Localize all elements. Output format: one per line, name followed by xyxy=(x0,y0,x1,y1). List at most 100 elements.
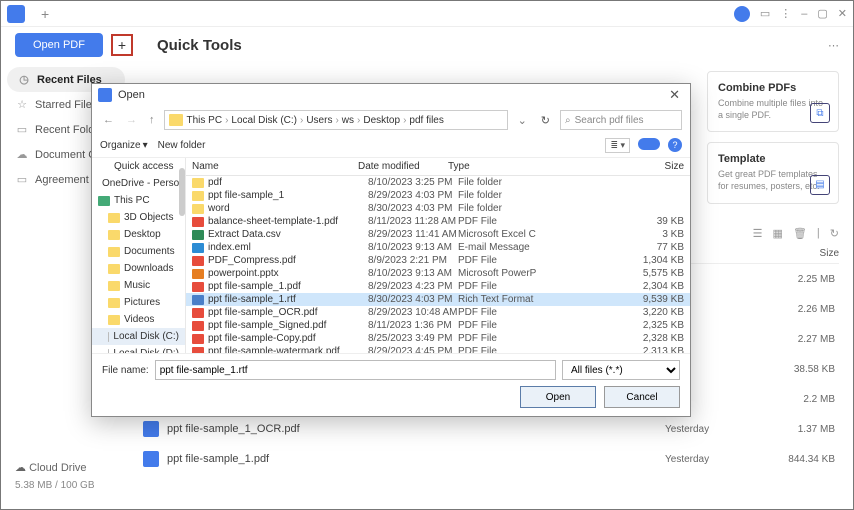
nav-item[interactable]: 3D Objects xyxy=(92,209,185,226)
breadcrumb[interactable]: This PC›Local Disk (C:)›Users›ws›Desktop… xyxy=(164,110,508,130)
file-row[interactable]: pdf8/10/2023 3:25 PMFile folder xyxy=(186,176,690,189)
preview-toggle[interactable] xyxy=(638,138,660,150)
help-icon[interactable]: ? xyxy=(668,138,682,152)
nav-item[interactable]: Videos xyxy=(92,311,185,328)
feedback-icon[interactable]: ▭ xyxy=(760,7,770,20)
breadcrumb-seg[interactable]: This PC xyxy=(187,115,223,126)
breadcrumb-dropdown-icon[interactable]: ⌄ xyxy=(514,114,531,127)
file-row[interactable]: Extract Data.csv8/29/2023 11:41 AMMicros… xyxy=(186,228,690,241)
scrollbar-thumb[interactable] xyxy=(179,168,185,216)
recent-file-row[interactable]: ppt file-sample_1_OCR.pdfYesterday1.37 M… xyxy=(139,414,839,444)
search-input[interactable]: ⌕ Search pdf files xyxy=(560,110,682,130)
file-row[interactable]: ppt file-sample_1.rtf8/30/2023 4:03 PMRi… xyxy=(186,293,690,306)
view-mode-button[interactable]: ≣ ▾ xyxy=(605,138,630,153)
file-type-filter[interactable]: All files (*.*) xyxy=(562,360,680,380)
nav-label: Documents xyxy=(124,246,175,257)
nav-item[interactable]: Documents xyxy=(92,243,185,260)
file-row[interactable]: ppt file-sample_Signed.pdf8/11/2023 1:36… xyxy=(186,319,690,332)
open-pdf-button[interactable]: Open PDF xyxy=(15,33,103,57)
nav-item[interactable]: Downloads xyxy=(92,260,185,277)
file-date: 8/11/2023 1:36 PM xyxy=(368,320,458,331)
nav-item[interactable]: OneDrive - Person xyxy=(92,175,185,192)
delete-icon[interactable]: 🗑 xyxy=(793,227,807,240)
file-name: ppt file-sample_1.rtf xyxy=(208,294,368,305)
filename-input[interactable] xyxy=(155,360,556,380)
file-row[interactable]: ppt file-sample-Copy.pdf8/25/2023 3:49 P… xyxy=(186,332,690,345)
view-list-icon[interactable]: ☰ xyxy=(753,227,763,240)
nav-forward-button[interactable]: → xyxy=(123,114,140,126)
dialog-titlebar: Open ✕ xyxy=(92,84,690,106)
col-name[interactable]: Name xyxy=(192,161,358,172)
chevron-down-icon: ▾ xyxy=(143,140,148,151)
refresh-icon[interactable]: ↻ xyxy=(830,227,839,240)
cloud-drive-label[interactable]: ☁ Cloud Drive xyxy=(15,461,95,474)
file-type: PDF File xyxy=(458,333,536,344)
file-size: 39 KB xyxy=(536,216,684,227)
breadcrumb-seg[interactable]: pdf files xyxy=(409,115,443,126)
breadcrumb-seg[interactable]: Users xyxy=(306,115,332,126)
combine-pdfs-card[interactable]: Combine PDFs Combine multiple files into… xyxy=(707,71,839,132)
file-name: Extract Data.csv xyxy=(208,229,368,240)
file-row[interactable]: powerpoint.pptx8/10/2023 9:13 AMMicrosof… xyxy=(186,267,690,280)
organize-menu[interactable]: Organize ▾ xyxy=(100,140,148,151)
recent-file-row[interactable]: ppt file-sample_1.pdfYesterday844.34 KB xyxy=(139,444,839,474)
refresh-button[interactable]: ↻ xyxy=(537,114,554,127)
user-avatar-icon[interactable] xyxy=(734,6,750,22)
clock-icon: ◷ xyxy=(17,73,31,86)
new-tab-button[interactable]: + xyxy=(33,6,57,22)
view-grid-icon[interactable]: ▦ xyxy=(773,227,783,240)
col-size[interactable]: Size xyxy=(783,248,839,259)
open-button[interactable]: Open xyxy=(520,386,596,408)
breadcrumb-seg[interactable]: Local Disk (C:) xyxy=(231,115,297,126)
nav-item[interactable]: Desktop xyxy=(92,226,185,243)
dialog-close-button[interactable]: ✕ xyxy=(665,87,684,103)
file-name: PDF_Compress.pdf xyxy=(208,255,368,266)
file-row[interactable]: word8/30/2023 4:03 PMFile folder xyxy=(186,202,690,215)
file-type-icon xyxy=(192,217,204,227)
template-title: Template xyxy=(718,153,828,165)
template-card[interactable]: Template Get great PDF templates for res… xyxy=(707,142,839,203)
combine-icon: ⧉ xyxy=(810,103,830,123)
file-row[interactable]: balance-sheet-template-1.pdf8/11/2023 11… xyxy=(186,215,690,228)
file-name: powerpoint.pptx xyxy=(208,268,368,279)
nav-up-button[interactable]: ↑ xyxy=(146,114,158,126)
new-folder-button[interactable]: New folder xyxy=(158,140,206,151)
doc-icon: ▭ xyxy=(15,173,29,186)
file-row[interactable]: ppt file-sample_18/29/2023 4:03 PMFile f… xyxy=(186,189,690,202)
col-size[interactable]: Size xyxy=(526,161,684,172)
kebab-menu-icon[interactable]: ⋮ xyxy=(780,7,791,20)
nav-item[interactable]: Quick access xyxy=(92,158,185,175)
title-bar: + ▭ ⋮ – ▢ ✕ xyxy=(1,1,853,27)
search-placeholder: Search pdf files xyxy=(575,115,644,126)
file-size: 2.2 MB xyxy=(765,394,835,405)
add-file-button[interactable]: + xyxy=(111,34,133,56)
nav-item[interactable]: Local Disk (C:) xyxy=(92,328,185,345)
file-row[interactable]: ppt file-sample-watermark.pdf8/29/2023 4… xyxy=(186,345,690,353)
file-row[interactable]: ppt file-sample_1.pdf8/29/2023 4:23 PMPD… xyxy=(186,280,690,293)
file-size: 1,304 KB xyxy=(536,255,684,266)
file-row[interactable]: ppt file-sample_OCR.pdf8/29/2023 10:48 A… xyxy=(186,306,690,319)
close-window-button[interactable]: ✕ xyxy=(838,7,847,20)
nav-item[interactable]: This PC xyxy=(92,192,185,209)
nav-label: Local Disk (C:) xyxy=(113,331,179,342)
nav-icon xyxy=(108,264,120,274)
maximize-button[interactable]: ▢ xyxy=(817,7,827,20)
breadcrumb-seg[interactable]: ws xyxy=(342,115,354,126)
cancel-button[interactable]: Cancel xyxy=(604,386,680,408)
more-icon[interactable]: ⋯ xyxy=(828,39,839,52)
nav-back-button[interactable]: ← xyxy=(100,114,117,126)
file-row[interactable]: index.eml8/10/2023 9:13 AME-mail Message… xyxy=(186,241,690,254)
file-size: 2.25 MB xyxy=(765,274,835,285)
divider: | xyxy=(817,227,820,240)
combine-title: Combine PDFs xyxy=(718,82,828,94)
col-type[interactable]: Type xyxy=(448,161,526,172)
minimize-button[interactable]: – xyxy=(801,8,807,20)
file-type: File folder xyxy=(458,203,536,214)
nav-item[interactable]: Pictures xyxy=(92,294,185,311)
breadcrumb-seg[interactable]: Desktop xyxy=(363,115,400,126)
col-date[interactable]: Date modified xyxy=(358,161,448,172)
nav-item[interactable]: Local Disk (D:) xyxy=(92,345,185,353)
file-name: word xyxy=(208,203,368,214)
nav-item[interactable]: Music xyxy=(92,277,185,294)
file-row[interactable]: PDF_Compress.pdf8/9/2023 2:21 PMPDF File… xyxy=(186,254,690,267)
